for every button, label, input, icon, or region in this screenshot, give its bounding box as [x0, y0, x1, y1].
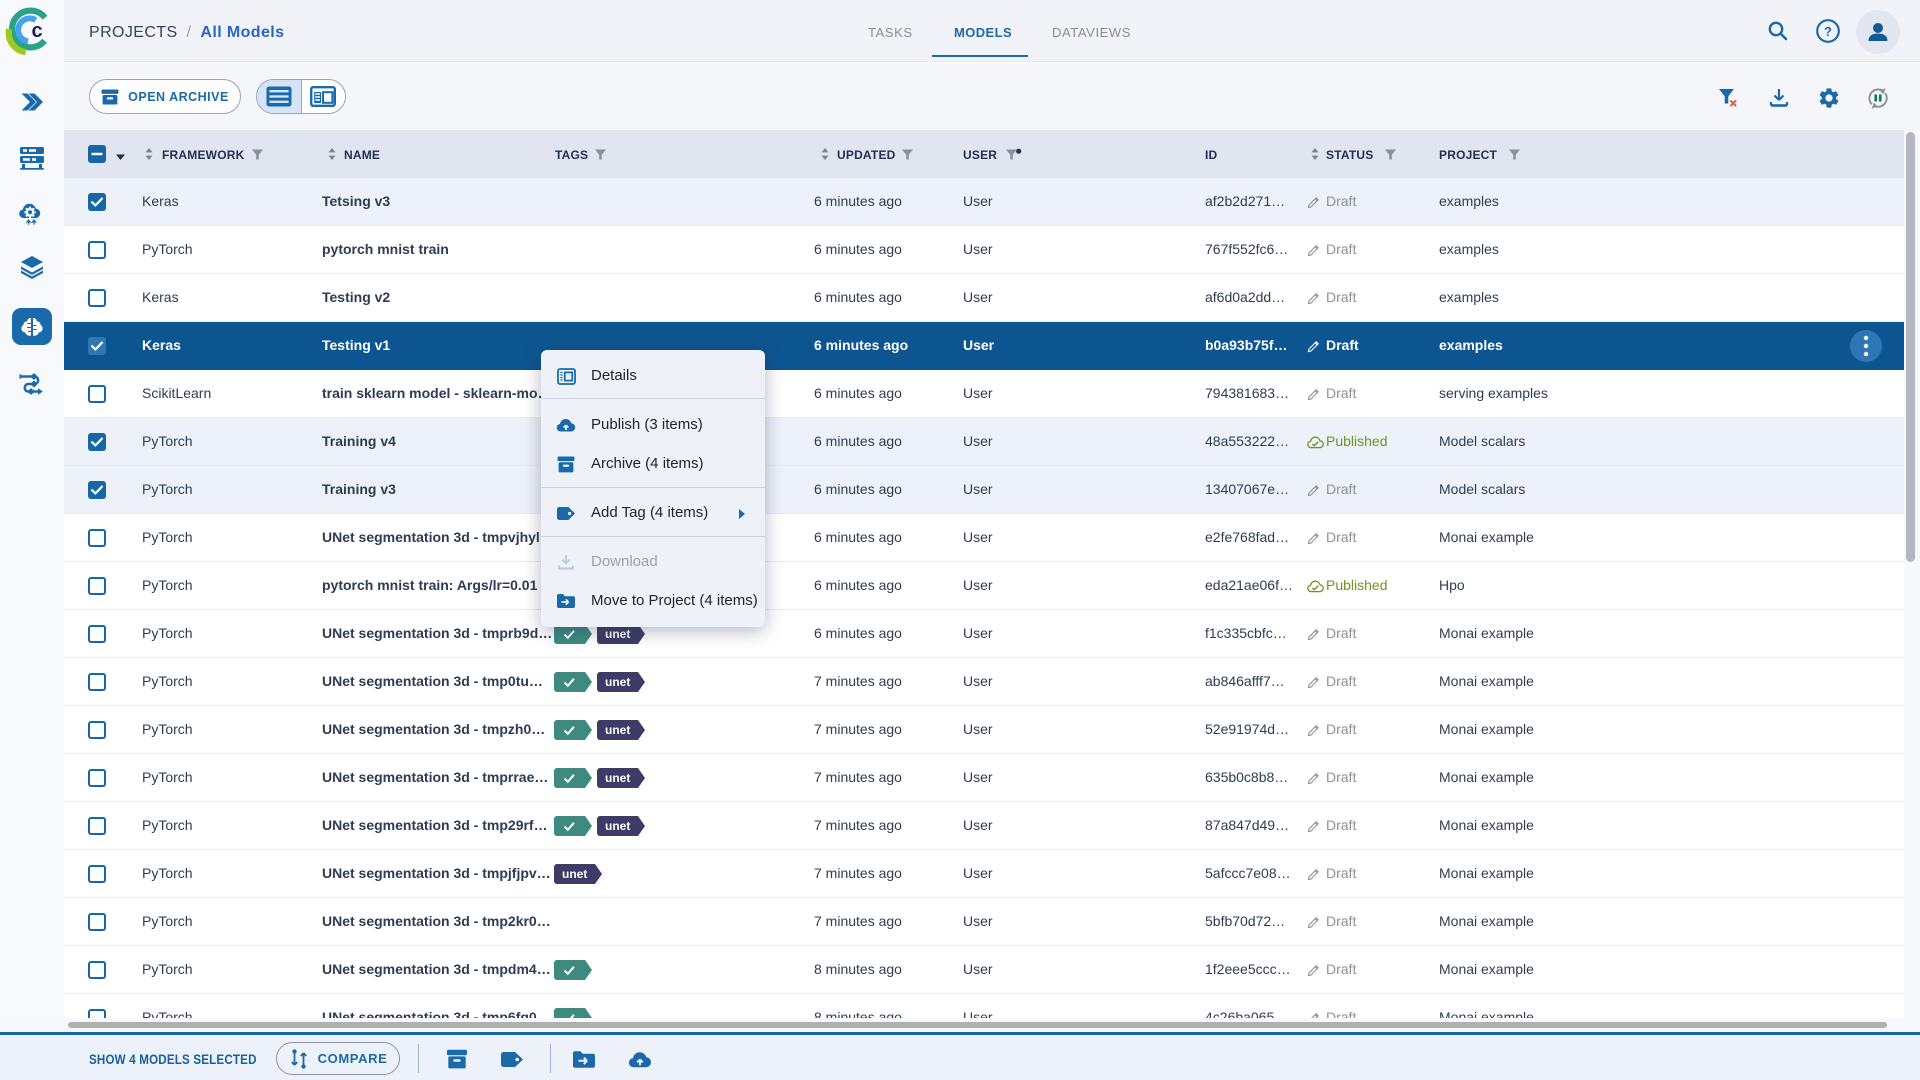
svg-text:?: ? — [1824, 24, 1832, 39]
svg-text:c: c — [31, 20, 42, 42]
